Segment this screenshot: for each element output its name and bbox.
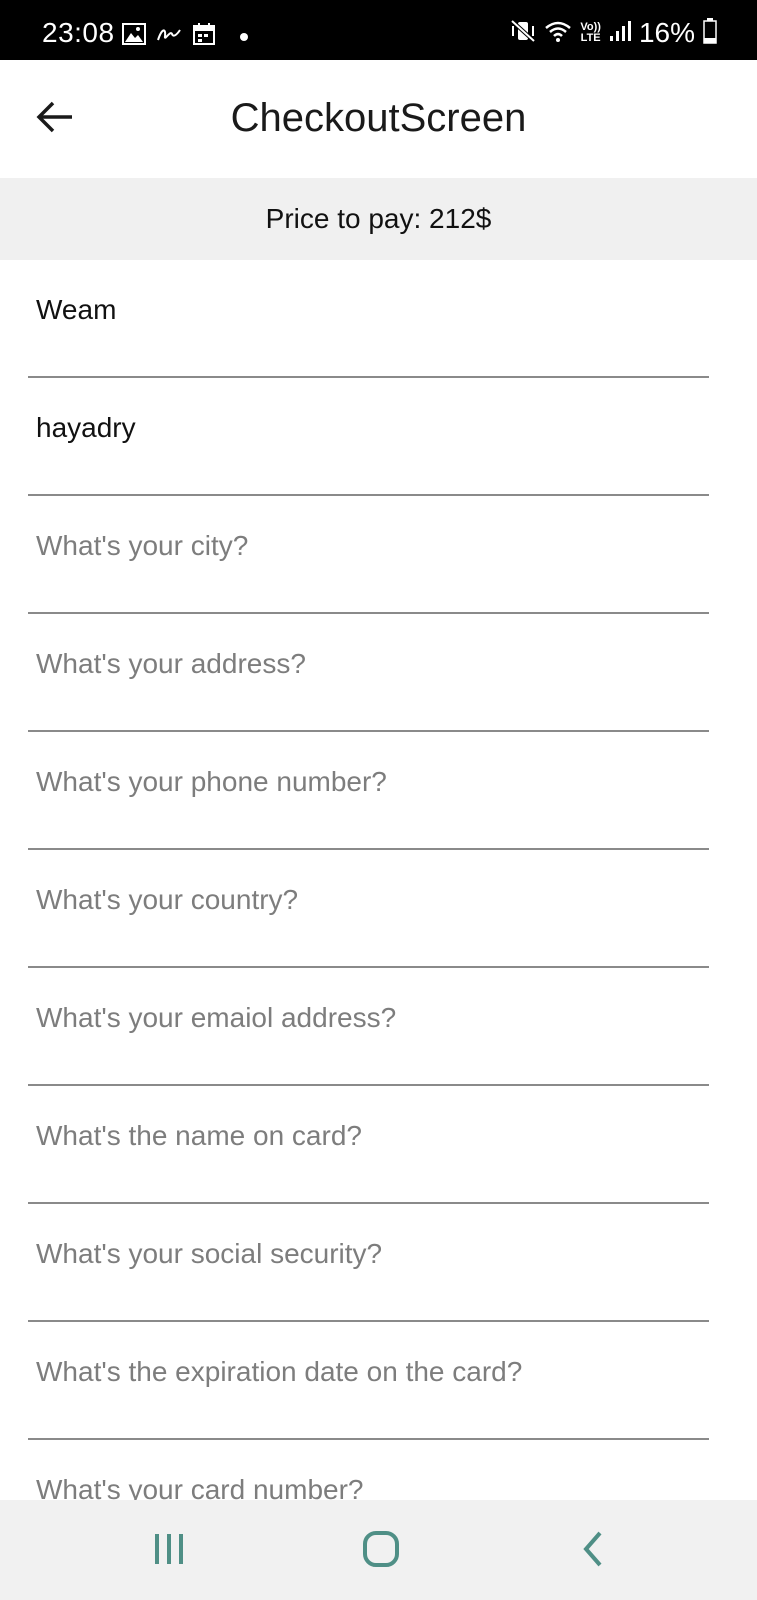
gallery-icon	[122, 23, 146, 50]
recent-apps-icon	[151, 1531, 187, 1572]
status-icons-right: Vo)) LTE 16%	[510, 17, 717, 49]
battery-icon	[703, 17, 717, 49]
system-back-button[interactable]	[568, 1528, 618, 1574]
price-to-pay-text: Price to pay: 212$	[265, 203, 492, 234]
name-on-card-field	[28, 1086, 709, 1204]
phone-input[interactable]	[36, 766, 696, 798]
country-field	[28, 850, 709, 968]
page-title: CheckoutScreen	[230, 96, 527, 140]
dot-icon	[240, 32, 248, 41]
home-button[interactable]	[356, 1528, 406, 1574]
social-security-field	[28, 1204, 709, 1322]
status-icons-left	[122, 22, 248, 51]
signature-icon	[156, 24, 182, 49]
email-field	[28, 968, 709, 1086]
calendar-icon	[192, 22, 216, 51]
first-name-field	[28, 260, 709, 378]
checkout-screen: 23:08 Vo)) LTE 16% CheckoutScreen Price …	[0, 0, 757, 1600]
back-icon	[578, 1529, 608, 1574]
volte-icon: Vo)) LTE	[580, 22, 601, 44]
city-input[interactable]	[36, 530, 696, 562]
email-input[interactable]	[36, 1002, 696, 1034]
volte-label-bottom: LTE	[580, 32, 601, 44]
system-nav-bar	[0, 1500, 757, 1600]
status-time: 23:08	[42, 17, 115, 48]
signal-icon	[609, 19, 631, 48]
expiration-date-input[interactable]	[36, 1356, 696, 1388]
status-bar: 23:08 Vo)) LTE 16%	[0, 0, 757, 60]
checkout-form	[0, 260, 757, 1558]
home-icon	[361, 1529, 401, 1574]
last-name-input[interactable]	[36, 412, 696, 444]
recent-apps-button[interactable]	[144, 1528, 194, 1574]
city-field	[28, 496, 709, 614]
price-banner: Price to pay: 212$	[0, 178, 757, 260]
address-input[interactable]	[36, 648, 696, 680]
app-bar: CheckoutScreen	[0, 60, 757, 178]
wifi-icon	[544, 19, 572, 48]
social-security-input[interactable]	[36, 1238, 696, 1270]
country-input[interactable]	[36, 884, 696, 916]
expiration-date-field	[28, 1322, 709, 1440]
address-field	[28, 614, 709, 732]
mute-vibrate-icon	[510, 19, 536, 48]
first-name-input[interactable]	[36, 294, 696, 326]
phone-field	[28, 732, 709, 850]
name-on-card-input[interactable]	[36, 1120, 696, 1152]
battery-percentage: 16%	[638, 17, 695, 48]
last-name-field	[28, 378, 709, 496]
